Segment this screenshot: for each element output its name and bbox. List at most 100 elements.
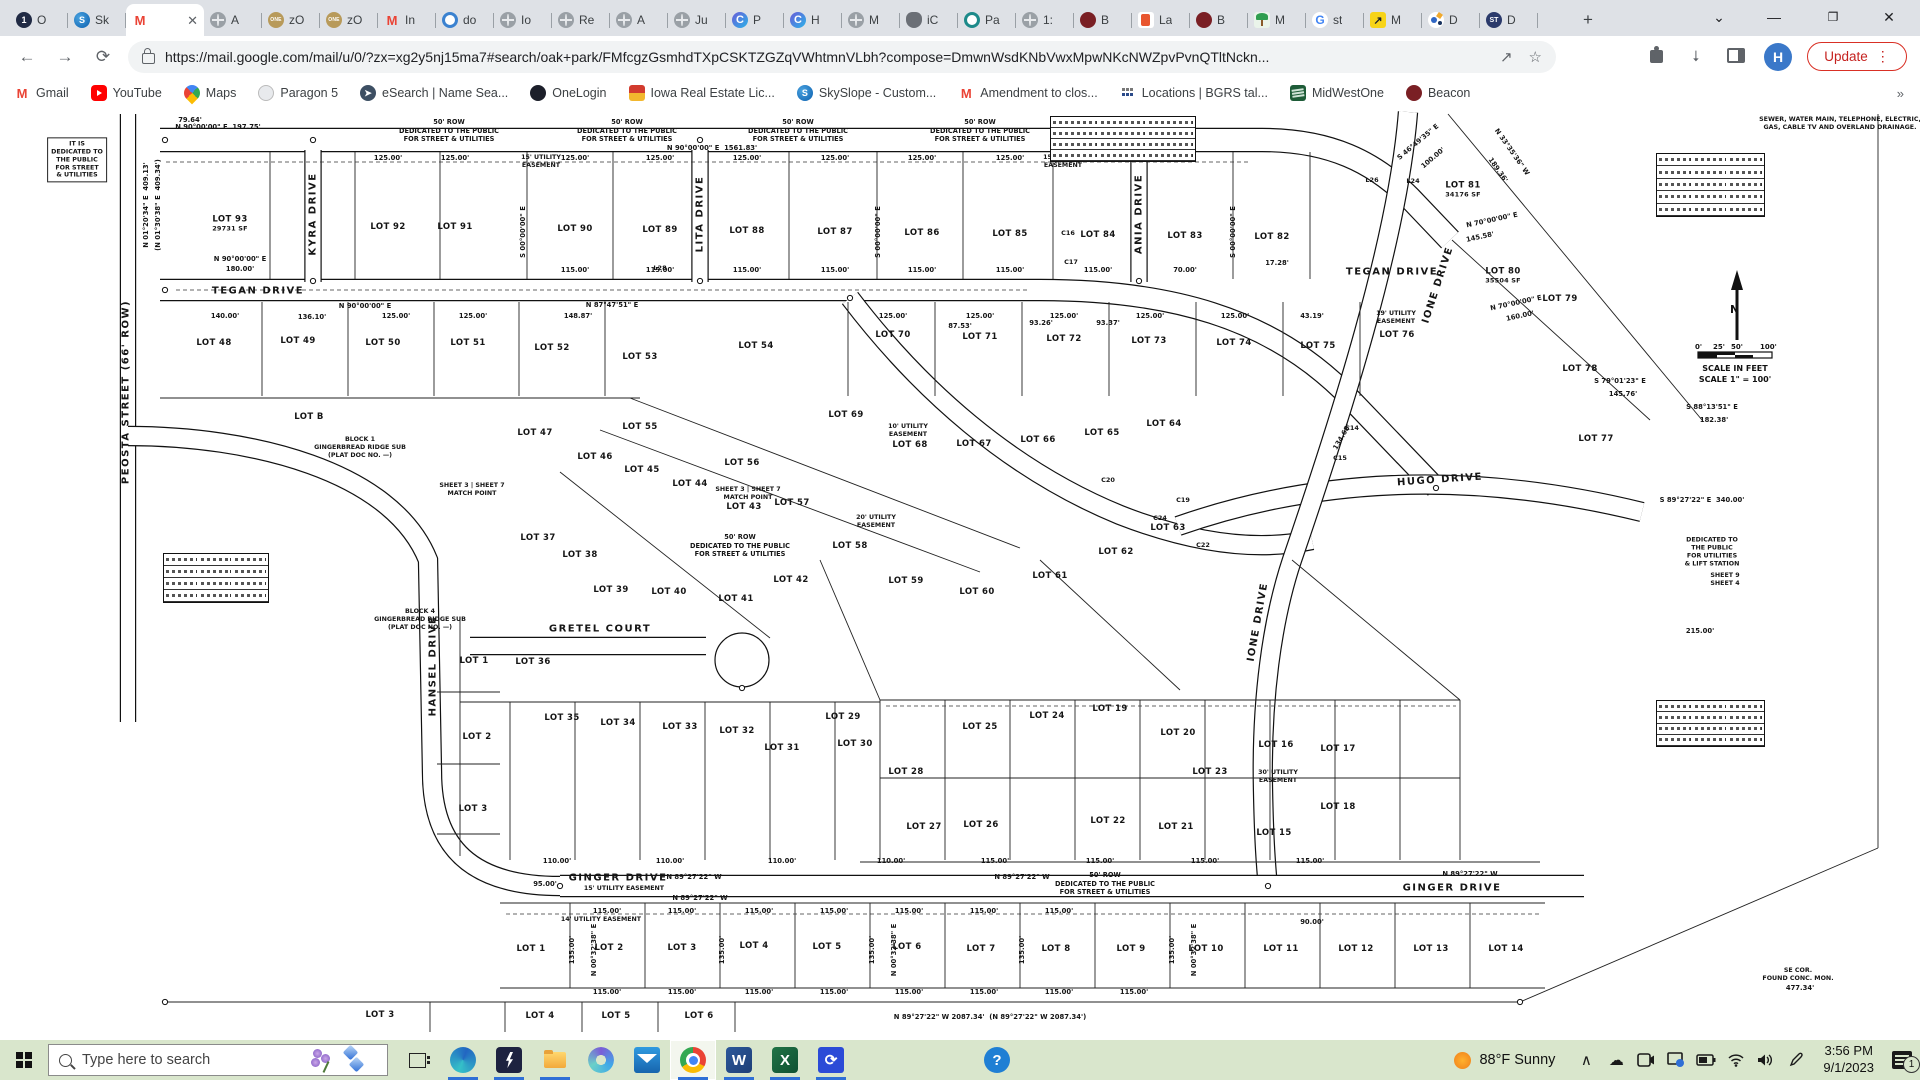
chrome-update-button[interactable]: Update ⋮ — [1807, 42, 1907, 71]
meet-now-icon[interactable] — [1631, 1040, 1661, 1080]
address-bar[interactable]: https://mail.google.com/mail/u/0/?zx=xg2… — [128, 41, 1556, 73]
bookmark-locations-bgrs-tal[interactable]: Locations | BGRS tal... — [1120, 85, 1268, 101]
bookmark-paragon-5[interactable]: Paragon 5 — [258, 85, 338, 101]
tab[interactable]: STD — [1480, 4, 1538, 36]
tab[interactable]: ONEzO — [320, 4, 378, 36]
tab-active-gmail[interactable]: M✕ — [126, 4, 204, 36]
tab[interactable]: Ju — [668, 4, 726, 36]
tab[interactable]: D — [1422, 4, 1480, 36]
svg-text:N: N — [1730, 303, 1739, 316]
extensions-icon[interactable] — [1645, 45, 1669, 69]
start-button[interactable] — [0, 1040, 48, 1080]
tab[interactable]: B — [1074, 4, 1132, 36]
lot-label: LOT 8 — [1041, 945, 1070, 955]
taskbar-clock[interactable]: 3:56 PM 9/1/2023 — [1823, 1043, 1874, 1077]
side-panel-icon[interactable] — [1727, 48, 1745, 63]
bookmark-youtube[interactable]: YouTube — [91, 85, 162, 101]
tab[interactable]: ONEzO — [262, 4, 320, 36]
new-tab-button[interactable]: + — [1576, 8, 1600, 32]
forward-button[interactable]: → — [52, 44, 78, 70]
tab[interactable]: A — [610, 4, 668, 36]
taskbar-app-bolt[interactable] — [486, 1040, 532, 1080]
taskbar-app-chrome[interactable] — [670, 1040, 716, 1080]
lot-label: LOT 63 — [1150, 524, 1185, 534]
bookmark-iowa-real-estate-lic[interactable]: Iowa Real Estate Lic... — [629, 85, 775, 101]
dimension-label: 87.53' — [948, 322, 972, 330]
tab[interactable]: 1O — [10, 4, 68, 36]
lot-label: LOT 82 — [1254, 233, 1289, 243]
taskbar-app-rotate[interactable]: ⟳ — [808, 1040, 854, 1080]
tab[interactable]: Pa — [958, 4, 1016, 36]
dimension-label: 115.00' — [1045, 907, 1073, 915]
tab[interactable]: MIn — [378, 4, 436, 36]
bearing-label: N 89°27'22" W — [666, 873, 721, 881]
locations-favicon — [1120, 85, 1136, 101]
tab-search-chevron-icon[interactable]: ⌄ — [1696, 0, 1742, 35]
taskbar-app-edge[interactable] — [440, 1040, 486, 1080]
skyslope-favicon: S — [74, 12, 90, 28]
tab[interactable]: 1: — [1016, 4, 1074, 36]
taskbar-app-mailapp[interactable] — [624, 1040, 670, 1080]
bookmark-beacon[interactable]: Beacon — [1406, 85, 1470, 101]
lot-label: LOT 23 — [1192, 768, 1227, 778]
onedrive-cloud-icon[interactable]: ☁ — [1601, 1040, 1631, 1080]
profile-avatar[interactable]: H — [1764, 43, 1792, 71]
wifi-icon[interactable] — [1721, 1040, 1751, 1080]
search-highlight-art[interactable] — [307, 1045, 377, 1075]
taskbar-app-word[interactable]: W — [716, 1040, 762, 1080]
bookmark-maps[interactable]: Maps — [184, 85, 237, 101]
tab[interactable]: B — [1190, 4, 1248, 36]
reload-button[interactable]: ⟳ — [90, 44, 116, 70]
window-close-button[interactable]: ✕ — [1866, 0, 1912, 35]
dimension-label: 115.00' — [996, 266, 1024, 274]
window-minimize-button[interactable]: — — [1751, 0, 1797, 35]
tab[interactable]: SSk — [68, 4, 126, 36]
downloads-icon[interactable]: ⭣ — [1684, 45, 1708, 69]
tab[interactable]: do — [436, 4, 494, 36]
bookmark-onelogin[interactable]: OneLogin — [530, 85, 606, 101]
back-button[interactable]: ← — [14, 44, 40, 70]
tab[interactable]: CH — [784, 4, 842, 36]
tab[interactable]: ↗M — [1364, 4, 1422, 36]
action-center-button[interactable]: 1 — [1884, 1040, 1920, 1080]
url-text[interactable]: https://mail.google.com/mail/u/0/?zx=xg2… — [165, 49, 1484, 65]
hidden-icons-chevron[interactable]: ∧ — [1571, 1040, 1601, 1080]
share-icon[interactable]: ↗ — [1500, 48, 1513, 66]
tab[interactable]: M — [842, 4, 900, 36]
taskbar-weather[interactable]: 88°F Sunny — [1454, 1052, 1555, 1069]
tab[interactable]: La — [1132, 4, 1190, 36]
bookmark-skyslope-custom[interactable]: SSkySlope - Custom... — [797, 85, 936, 101]
pen-icon[interactable] — [1781, 1040, 1811, 1080]
dimension-label: 125.00' — [1136, 312, 1164, 320]
tab[interactable]: CP — [726, 4, 784, 36]
window-maximize-button[interactable]: ❐ — [1810, 0, 1856, 35]
taskbar-app-copilot[interactable] — [578, 1040, 624, 1080]
tab[interactable]: Io — [494, 4, 552, 36]
bookmark-midwestone[interactable]: MidWestOne — [1290, 85, 1384, 101]
tab[interactable]: A — [204, 4, 262, 36]
tab-title: A — [637, 13, 645, 27]
tab[interactable]: M — [1248, 4, 1306, 36]
bookmark-esearch-name-sea[interactable]: ➤eSearch | Name Sea... — [360, 85, 508, 101]
tab[interactable]: Gst — [1306, 4, 1364, 36]
lot-label: LOT 42 — [773, 576, 808, 586]
taskbar-app-explorer[interactable] — [532, 1040, 578, 1080]
display-status-icon[interactable] — [1661, 1040, 1691, 1080]
one-favicon: ONE — [326, 12, 342, 28]
dimension-label: 70.00' — [1173, 266, 1197, 274]
tab[interactable]: iC — [900, 4, 958, 36]
bookmarks-overflow-icon[interactable]: » — [1897, 86, 1902, 101]
tab-close-icon[interactable]: ✕ — [187, 14, 198, 27]
battery-icon[interactable] — [1691, 1040, 1721, 1080]
tab[interactable]: Re — [552, 4, 610, 36]
plat-map-viewport[interactable]: TEGAN DRIVETEGAN DRIVEGINGER DRIVEGINGER… — [0, 108, 1920, 1040]
bookmark-amendment-to-clos[interactable]: MAmendment to clos... — [958, 85, 1097, 101]
volume-icon[interactable] — [1751, 1040, 1781, 1080]
taskbar-app-excel[interactable]: X — [762, 1040, 808, 1080]
task-view-button[interactable] — [394, 1040, 440, 1080]
bookmark-star-icon[interactable]: ☆ — [1529, 48, 1542, 66]
taskbar-app-help[interactable]: ? — [974, 1040, 1020, 1080]
bookmark-gmail[interactable]: MGmail — [14, 85, 69, 101]
taskbar-search-input[interactable]: Type here to search — [48, 1044, 388, 1076]
menu-dots-icon[interactable]: ⋮ — [1876, 48, 1890, 65]
